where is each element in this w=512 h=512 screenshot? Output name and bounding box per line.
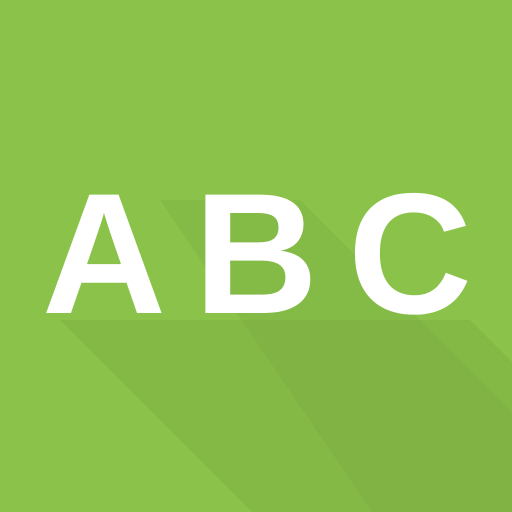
- app-icon-tile: A B C: [0, 0, 512, 512]
- letter-b: B: [193, 158, 319, 350]
- letter-c: C: [347, 158, 473, 350]
- letter-group: A B C: [0, 0, 512, 512]
- letter-a: A: [41, 158, 167, 350]
